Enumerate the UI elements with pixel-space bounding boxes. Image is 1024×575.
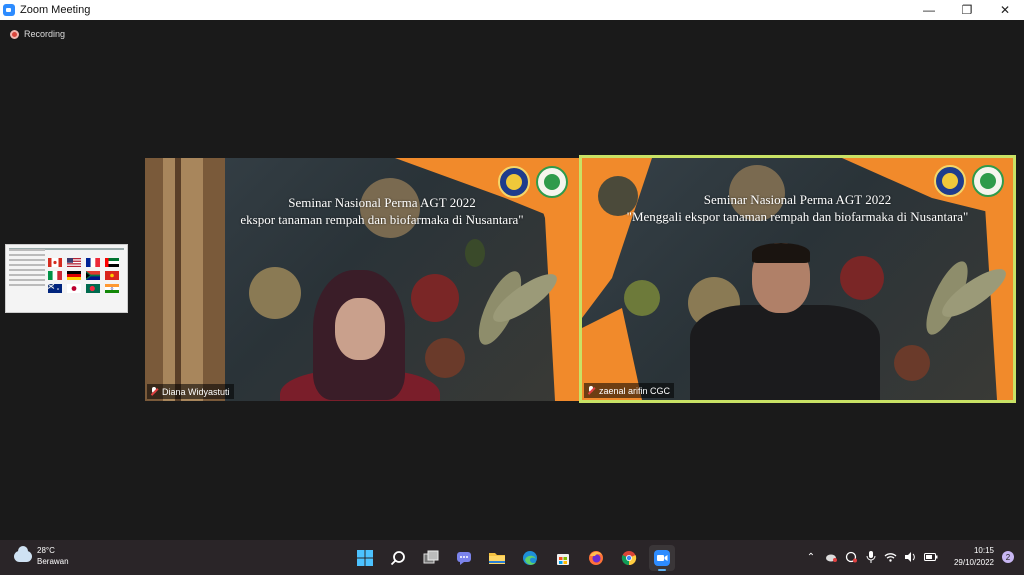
- clock[interactable]: 10:15 29/10/2022: [954, 545, 994, 569]
- flag-australia-icon: [48, 284, 62, 293]
- battery-icon[interactable]: [923, 550, 938, 564]
- update-icon[interactable]: [844, 550, 858, 564]
- university-logo-icon: [934, 165, 966, 197]
- taskbar: 28°C Berawan ⌃ 10:15 29/10/2022 2: [0, 540, 1024, 575]
- clock-time: 10:15: [973, 546, 994, 555]
- store-button[interactable]: [550, 545, 576, 571]
- firefox-icon: [589, 551, 603, 565]
- edge-browser-icon: [523, 551, 537, 565]
- record-icon: [10, 29, 19, 39]
- flag-usa-icon: [67, 258, 81, 267]
- mic-muted-icon: [150, 386, 158, 397]
- notification-badge[interactable]: 2: [1002, 551, 1014, 563]
- wifi-icon[interactable]: [884, 550, 898, 564]
- flag-south-africa-icon: [86, 271, 100, 280]
- organization-logo-icon: [972, 165, 1004, 197]
- slide-title-line2: ekspor tanaman rempah dan biofarmaka di …: [240, 212, 524, 227]
- flag-france-icon: [86, 258, 100, 267]
- chrome-button[interactable]: [616, 545, 642, 571]
- cloud-icon: [14, 545, 32, 562]
- window-controls: — ❐ ✕: [910, 0, 1024, 20]
- meeting-stage: Recording Seminar Nasional Perma AGT 202…: [0, 20, 1024, 540]
- mic-muted-icon: [587, 385, 595, 396]
- participant-video-zaenal: [690, 243, 880, 400]
- firefox-button[interactable]: [583, 545, 609, 571]
- store-icon: [557, 554, 569, 565]
- slide-title-line2: "Menggali ekspor tanaman rempah dan biof…: [626, 209, 969, 224]
- flag-vietnam-icon: [105, 271, 119, 280]
- edge-button[interactable]: [517, 545, 543, 571]
- windows-start-icon: [357, 550, 373, 566]
- participant-name-label: Diana Widyastuti: [147, 384, 234, 399]
- shared-screen-thumbnail[interactable]: [5, 244, 128, 313]
- video-tile-zaenal-active-speaker[interactable]: Seminar Nasional Perma AGT 2022 "Menggal…: [579, 155, 1016, 403]
- flag-canada-icon: [48, 258, 62, 267]
- recording-indicator[interactable]: Recording: [10, 29, 65, 39]
- participant-name: Diana Widyastuti: [162, 386, 230, 397]
- weather-condition: Berawan: [37, 557, 69, 566]
- zoom-icon: [654, 550, 670, 566]
- file-explorer-button[interactable]: [484, 545, 510, 571]
- flag-italy-icon: [48, 271, 62, 280]
- task-view-button[interactable]: [418, 545, 444, 571]
- volume-icon[interactable]: [904, 550, 918, 564]
- start-button[interactable]: [352, 545, 378, 571]
- microphone-icon[interactable]: [864, 550, 878, 564]
- chrome-icon: [621, 551, 637, 566]
- flag-grid: [48, 258, 119, 293]
- flag-bangladesh-icon: [86, 284, 100, 293]
- task-view-icon: [423, 550, 439, 564]
- flag-germany-icon: [67, 271, 81, 280]
- chevron-up-icon[interactable]: ⌃: [804, 550, 818, 564]
- chat-icon: [457, 552, 471, 565]
- flag-uae-icon: [105, 258, 119, 267]
- search-button[interactable]: [385, 545, 411, 571]
- zoom-taskbar-button[interactable]: [649, 545, 675, 571]
- university-logo-icon: [498, 166, 530, 198]
- weather-temperature: 28°C: [37, 546, 55, 555]
- cloud-sync-icon[interactable]: [824, 550, 838, 564]
- video-tile-diana[interactable]: Seminar Nasional Perma AGT 2022 ekspor t…: [145, 158, 579, 401]
- flag-japan-icon: [67, 284, 81, 293]
- window-title: Zoom Meeting: [20, 4, 91, 16]
- close-button[interactable]: ✕: [986, 0, 1024, 20]
- taskbar-apps: [352, 545, 682, 571]
- participant-name: zaenal arifin CGC: [599, 385, 671, 396]
- minimize-button[interactable]: —: [910, 0, 948, 20]
- restore-button[interactable]: ❐: [948, 0, 986, 20]
- clock-date: 29/10/2022: [953, 558, 994, 567]
- recording-label: Recording: [24, 29, 66, 39]
- zoom-app-icon: [3, 4, 15, 16]
- system-tray: ⌃ 10:15 29/10/2022 2: [804, 545, 1014, 569]
- organization-logo-icon: [536, 166, 568, 198]
- title-bar: Zoom Meeting — ❐ ✕: [0, 0, 1024, 20]
- participant-video-diana: [275, 270, 445, 401]
- weather-widget[interactable]: 28°C Berawan: [14, 545, 69, 567]
- thumbnail-text-lines: [9, 249, 45, 289]
- flag-india-icon: [105, 284, 119, 293]
- participant-name-label: zaenal arifin CGC: [584, 383, 675, 398]
- search-icon: [390, 551, 405, 566]
- folder-icon: [489, 553, 505, 564]
- chat-button[interactable]: [451, 545, 477, 571]
